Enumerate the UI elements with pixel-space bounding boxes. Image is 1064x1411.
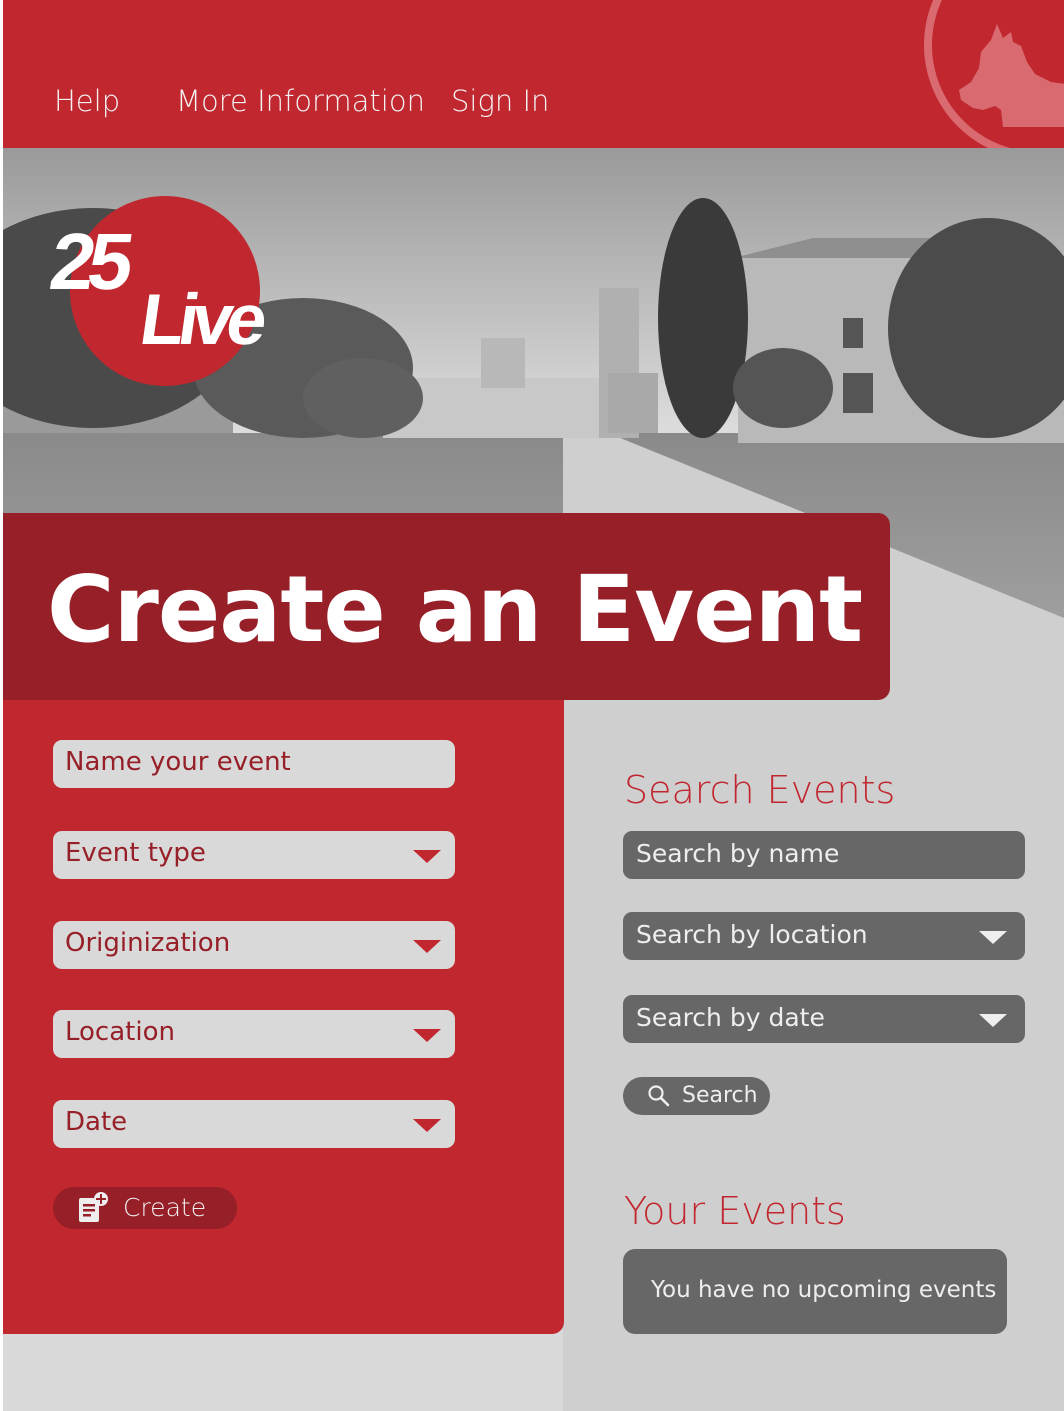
scottie-dog-icon (959, 24, 1064, 127)
search-button-label: Search (682, 1083, 758, 1108)
caret-down-icon (979, 1014, 1007, 1027)
page: Help More Information Sign In 25 Live Cr… (3, 0, 1064, 1411)
search-by-location-label: Search by location (636, 920, 868, 949)
search-button[interactable]: Search (623, 1077, 770, 1115)
organization-label: Originization (65, 928, 231, 958)
event-name-placeholder: Name your event (65, 747, 291, 777)
no-events-message: You have no upcoming events (651, 1277, 997, 1303)
caret-down-icon (413, 1029, 441, 1042)
nav-sign-in-link[interactable]: Sign In (451, 84, 549, 118)
search-by-location-select[interactable]: Search by location (623, 912, 1025, 960)
magnifier-icon (648, 1085, 670, 1107)
caret-down-icon (413, 850, 441, 863)
search-events-heading: Search Events (624, 768, 896, 812)
search-by-name-input[interactable]: Search by name (623, 831, 1025, 879)
nav-help-link[interactable]: Help (54, 84, 120, 118)
page-title: Create an Event (47, 556, 863, 663)
caret-down-icon (979, 931, 1007, 944)
location-label: Location (65, 1017, 175, 1047)
caret-down-icon (413, 1119, 441, 1132)
your-events-heading: Your Events (624, 1189, 846, 1233)
brand-logo-word: Live (135, 280, 267, 360)
top-nav-bar: Help More Information Sign In (3, 0, 1064, 148)
brand-logo-number: 25 (44, 217, 133, 306)
location-select[interactable]: Location (53, 1010, 455, 1058)
your-events-panel: You have no upcoming events (623, 1249, 1007, 1334)
search-by-date-label: Search by date (636, 1003, 825, 1032)
search-by-name-placeholder: Search by name (636, 839, 840, 868)
create-button-label: Create (123, 1193, 207, 1222)
note-add-icon (79, 1192, 108, 1222)
event-type-select[interactable]: Event type (53, 831, 455, 879)
organization-select[interactable]: Originization (53, 921, 455, 969)
event-name-input[interactable]: Name your event (53, 740, 455, 788)
caret-down-icon (413, 940, 441, 953)
nav-more-information-link[interactable]: More Information (176, 84, 425, 118)
date-label: Date (65, 1107, 128, 1137)
create-button[interactable]: Create (53, 1187, 237, 1229)
search-by-date-select[interactable]: Search by date (623, 995, 1025, 1043)
event-type-label: Event type (65, 838, 206, 868)
date-select[interactable]: Date (53, 1100, 455, 1148)
